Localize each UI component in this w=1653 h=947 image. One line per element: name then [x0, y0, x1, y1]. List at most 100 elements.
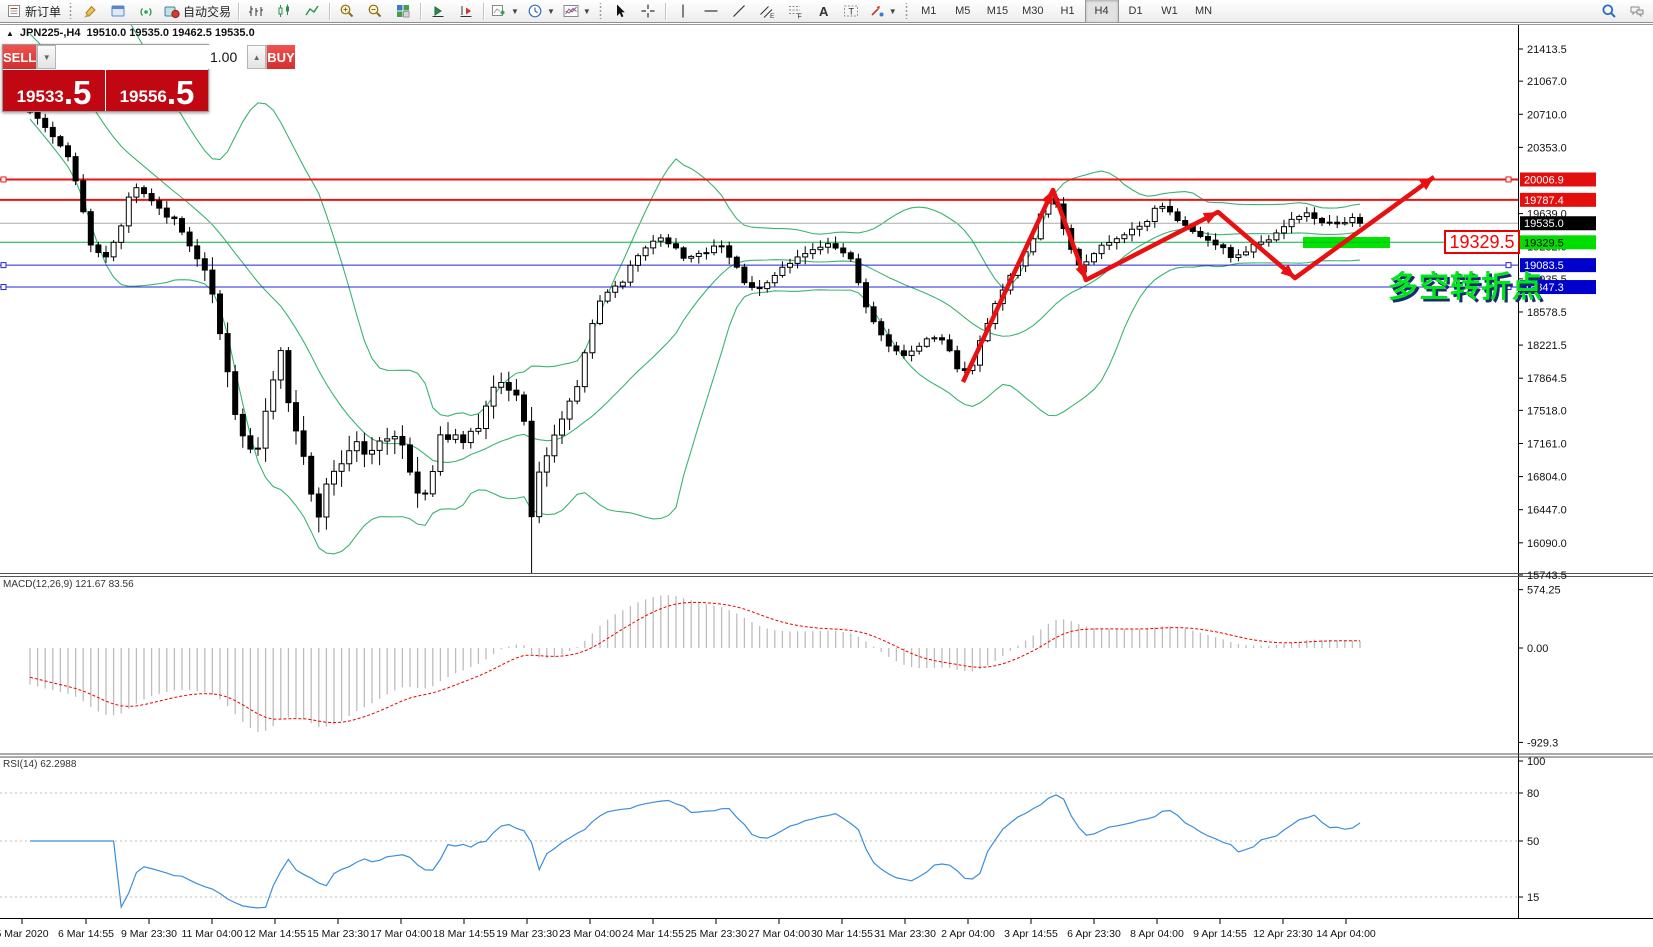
buy-price-main: 19556 [120, 86, 167, 108]
timeframe-m30[interactable]: M30 [1015, 0, 1050, 23]
candle-chart-button[interactable] [270, 0, 298, 22]
volume-input[interactable] [56, 45, 247, 69]
autoscroll-icon [430, 3, 446, 19]
templates-button[interactable]: ▼ [559, 0, 595, 22]
buy-price[interactable]: 19556 .5 [106, 70, 208, 111]
new-chart-button[interactable]: ▼ [487, 0, 523, 22]
time-label: 25 Mar 23:30 [685, 928, 747, 940]
candlestick [689, 256, 694, 258]
text-a-icon: A [815, 3, 831, 19]
timeframe-m15[interactable]: M15 [980, 0, 1015, 23]
candlestick [909, 351, 914, 355]
zoom-in-icon [339, 3, 355, 19]
candlestick [1145, 221, 1150, 226]
search-button[interactable] [1595, 0, 1623, 22]
turning-point-annotation[interactable]: 多空转折点 [1388, 262, 1543, 306]
buy-price-fraction: .5 [167, 78, 195, 108]
candlestick [1137, 226, 1142, 229]
price-pane[interactable] [0, 0, 1518, 581]
auto-scroll-button[interactable] [424, 0, 452, 22]
line-handle[interactable] [1506, 177, 1511, 182]
toolbar: 新订单自动交易▼▼▼EFAT▼M1M5M15M30H1H4D1W1MN [0, 0, 1653, 23]
time-label: 31 Mar 23:30 [874, 928, 936, 940]
tile-windows-button[interactable] [389, 0, 417, 22]
timeframe-w1[interactable]: W1 [1153, 0, 1187, 23]
timeframe-m5[interactable]: M5 [946, 0, 980, 23]
candlestick [788, 263, 793, 267]
chat-button[interactable] [1623, 0, 1651, 22]
candlestick [187, 232, 192, 246]
autotrading-button[interactable]: 自动交易 [160, 0, 235, 22]
time-label: 8 Apr 04:00 [1130, 928, 1184, 940]
candlestick [734, 257, 739, 267]
text-button[interactable]: A [809, 0, 837, 22]
sell-price[interactable]: 19533 .5 [3, 70, 105, 111]
candlestick [514, 390, 519, 395]
fibonacci-button[interactable]: F [781, 0, 809, 22]
chart-window: 21413.521067.020710.020353.019639.019282… [0, 0, 1653, 947]
timeframe-h4[interactable]: H4 [1085, 0, 1119, 23]
hline-button[interactable] [697, 0, 725, 22]
timeframe-mn[interactable]: MN [1187, 0, 1221, 23]
candlestick [856, 259, 861, 283]
candlestick [1152, 208, 1157, 221]
vline-icon [675, 3, 691, 19]
cursor-button[interactable] [606, 0, 634, 22]
candlestick [225, 334, 230, 372]
candlestick [1084, 262, 1089, 265]
axis-label: 20006.9 [1524, 174, 1564, 186]
zoom-in-button[interactable] [333, 0, 361, 22]
candlestick [727, 246, 732, 257]
chart-shift-button[interactable] [452, 0, 480, 22]
candlestick [818, 247, 823, 249]
line-chart-button[interactable] [298, 0, 326, 22]
arrows-button[interactable]: ▼ [865, 0, 901, 22]
time-label: 2 Apr 04:00 [941, 928, 995, 940]
crosshair-button[interactable] [634, 0, 662, 22]
candlestick [294, 403, 299, 431]
line-handle[interactable] [1, 285, 6, 290]
sell-button[interactable]: SELL [3, 45, 36, 69]
candlestick [316, 494, 321, 517]
timeframe-d1[interactable]: D1 [1119, 0, 1153, 23]
signals-button[interactable] [132, 0, 160, 22]
candlestick [1297, 217, 1302, 220]
candlestick [1244, 252, 1249, 255]
rsi-pane[interactable] [0, 793, 1518, 908]
channel-button[interactable]: E [753, 0, 781, 22]
zoom-out-icon [367, 3, 383, 19]
timeframe-h1[interactable]: H1 [1051, 0, 1085, 23]
trend-zigzag-arrow[interactable] [963, 177, 1434, 382]
vline-button[interactable] [669, 0, 697, 22]
macd-pane[interactable] [30, 595, 1360, 732]
line-handle[interactable] [1, 263, 6, 268]
arrows-icon [869, 3, 885, 19]
label-button[interactable]: T [837, 0, 865, 22]
candlestick [324, 484, 329, 517]
bar-chart-button[interactable] [242, 0, 270, 22]
new-order-button[interactable]: 新订单 [2, 0, 65, 22]
candlestick [484, 406, 489, 428]
axis-label: 17518.0 [1527, 405, 1567, 417]
cursor-icon [612, 3, 628, 19]
buy-button[interactable]: BUY [267, 45, 294, 69]
metaeditor-button[interactable] [104, 0, 132, 22]
candlestick [111, 242, 116, 257]
candlestick [88, 212, 93, 245]
candlestick [271, 380, 276, 411]
zoom-out-button[interactable] [361, 0, 389, 22]
line-handle[interactable] [1, 177, 6, 182]
volume-increase-button[interactable]: ▲ [247, 45, 266, 69]
main-chart[interactable]: 21413.521067.020710.020353.019639.019282… [0, 0, 1653, 947]
price-level-callout[interactable]: 19329.5 [1444, 230, 1520, 254]
candlestick [400, 436, 405, 445]
time-label: 9 Apr 14:55 [1193, 928, 1247, 940]
candlestick [461, 435, 466, 443]
collapse-arrow-icon[interactable]: ▲ [6, 29, 14, 38]
periods-button[interactable]: ▼ [523, 0, 559, 22]
volume-decrease-button[interactable]: ▼ [37, 45, 56, 69]
styler-button[interactable] [76, 0, 104, 22]
candlestick [810, 250, 815, 254]
timeframe-m1[interactable]: M1 [912, 0, 946, 23]
trendline-button[interactable] [725, 0, 753, 22]
